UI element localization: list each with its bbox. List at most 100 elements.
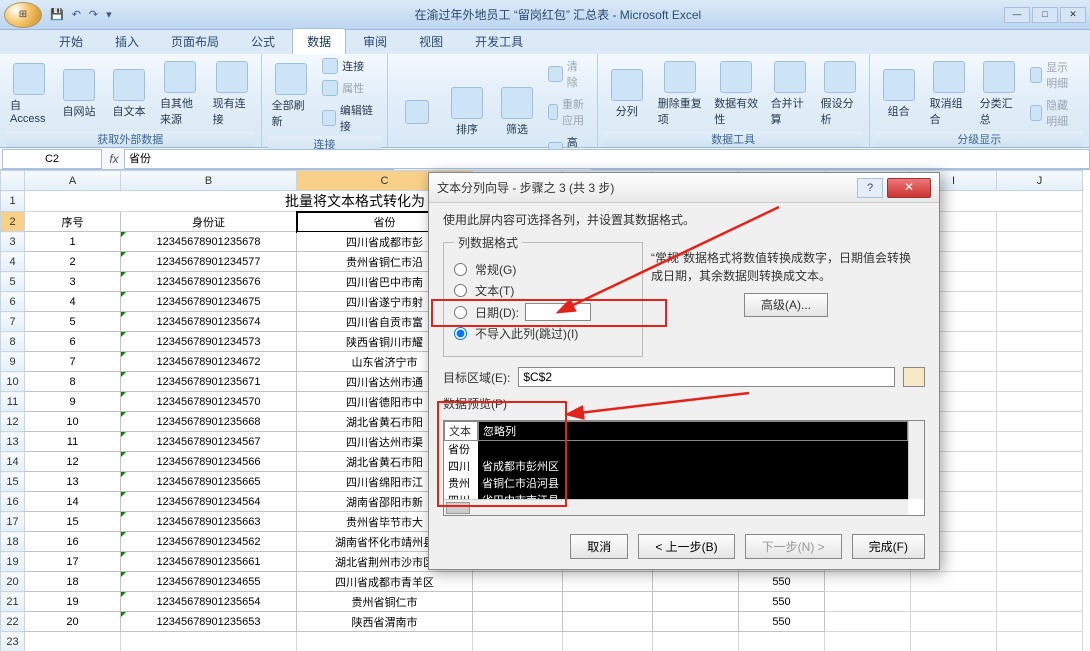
cell[interactable]: 20 — [25, 612, 121, 632]
cell[interactable] — [997, 632, 1083, 651]
dialog-close-button[interactable]: ✕ — [887, 178, 931, 198]
cell[interactable] — [825, 632, 911, 651]
redo-icon[interactable]: ↷ — [89, 8, 98, 21]
cell[interactable]: 5 — [25, 312, 121, 332]
cell[interactable] — [473, 632, 563, 651]
row-header[interactable]: 13 — [1, 432, 25, 452]
row-header[interactable]: 3 — [1, 232, 25, 252]
cell[interactable]: 12345678901235665 — [121, 472, 297, 492]
cell[interactable]: 12345678901234566 — [121, 452, 297, 472]
cell[interactable]: 12345678901234570 — [121, 392, 297, 412]
next-button[interactable]: 下一步(N) > — [745, 534, 842, 559]
cell[interactable]: 12 — [25, 452, 121, 472]
cell[interactable] — [653, 592, 739, 612]
cell[interactable] — [297, 632, 473, 651]
cell[interactable]: 15 — [25, 512, 121, 532]
cell[interactable] — [911, 632, 997, 651]
maximize-button[interactable]: □ — [1032, 7, 1058, 23]
undo-icon[interactable]: ↶ — [72, 8, 81, 21]
filter-button[interactable]: 筛选 — [494, 85, 540, 139]
cell[interactable]: 12345678901234564 — [121, 492, 297, 512]
tab-insert[interactable]: 插入 — [100, 28, 154, 54]
pv-hdr-col1[interactable]: 文本 — [444, 421, 478, 441]
tab-home[interactable]: 开始 — [44, 28, 98, 54]
cell[interactable]: 14 — [25, 492, 121, 512]
preview-scrollbar-h[interactable] — [444, 499, 908, 515]
cell[interactable]: 2 — [25, 252, 121, 272]
tab-formulas[interactable]: 公式 — [236, 28, 290, 54]
tab-review[interactable]: 审阅 — [348, 28, 402, 54]
row-header[interactable]: 15 — [1, 472, 25, 492]
row-header[interactable]: 8 — [1, 332, 25, 352]
cell[interactable] — [563, 592, 653, 612]
cell[interactable]: 12345678901235671 — [121, 372, 297, 392]
radio-general[interactable]: 常规(G) — [454, 261, 632, 278]
close-button[interactable]: ✕ — [1060, 7, 1086, 23]
row-header[interactable]: 18 — [1, 532, 25, 552]
cell[interactable]: 6 — [25, 332, 121, 352]
sort-asc-button[interactable] — [394, 98, 440, 126]
cell[interactable]: 11 — [25, 432, 121, 452]
cell[interactable]: 贵州省铜仁市 — [297, 592, 473, 612]
data-preview[interactable]: 文本 忽略列 省份四川省成都市彭州区贵州省铜仁市沿河县四川省巴中市南江县 — [443, 420, 925, 516]
row-header[interactable]: 16 — [1, 492, 25, 512]
text-to-columns-button[interactable]: 分列 — [604, 67, 650, 121]
cell[interactable]: 12345678901235661 — [121, 552, 297, 572]
cell[interactable]: 3 — [25, 272, 121, 292]
cell[interactable] — [825, 592, 911, 612]
pv-hdr-col2[interactable]: 忽略列 — [478, 421, 908, 441]
finish-button[interactable]: 完成(F) — [852, 534, 925, 559]
col-header[interactable]: J — [997, 171, 1083, 191]
cell[interactable] — [653, 612, 739, 632]
range-picker-icon[interactable] — [903, 367, 925, 387]
row-header[interactable]: 12 — [1, 412, 25, 432]
dest-input[interactable] — [518, 367, 895, 387]
cell[interactable]: 18 — [25, 572, 121, 592]
cell[interactable]: 4 — [25, 292, 121, 312]
cell[interactable]: 7 — [25, 352, 121, 372]
row-header[interactable]: 5 — [1, 272, 25, 292]
cell[interactable] — [653, 632, 739, 651]
cell[interactable] — [825, 572, 911, 592]
row-header[interactable]: 10 — [1, 372, 25, 392]
row-header[interactable]: 19 — [1, 552, 25, 572]
whatif-button[interactable]: 假设分析 — [817, 59, 863, 129]
cell[interactable]: 陕西省渭南市 — [297, 612, 473, 632]
col-header[interactable]: A — [25, 171, 121, 191]
cell[interactable] — [653, 572, 739, 592]
refresh-all-button[interactable]: 全部刷新 — [268, 61, 314, 131]
col-header[interactable]: B — [121, 171, 297, 191]
cancel-button[interactable]: 取消 — [570, 534, 628, 559]
tab-developer[interactable]: 开发工具 — [460, 28, 538, 54]
cell[interactable]: 四川省成都市青羊区 — [297, 572, 473, 592]
row-header[interactable]: 22 — [1, 612, 25, 632]
from-text-button[interactable]: 自文本 — [106, 67, 152, 121]
row-header[interactable]: 6 — [1, 292, 25, 312]
row-header[interactable]: 7 — [1, 312, 25, 332]
name-box[interactable]: C2 — [2, 149, 102, 169]
group-button[interactable]: 组合 — [876, 67, 922, 121]
row-header[interactable]: 17 — [1, 512, 25, 532]
cell[interactable]: 17 — [25, 552, 121, 572]
tab-pagelayout[interactable]: 页面布局 — [156, 28, 234, 54]
cell[interactable]: 16 — [25, 532, 121, 552]
cell[interactable]: 12345678901235663 — [121, 512, 297, 532]
remove-dup-button[interactable]: 删除重复项 — [654, 59, 706, 129]
dialog-help-button[interactable]: ? — [857, 178, 883, 198]
cell[interactable] — [563, 612, 653, 632]
row-header[interactable]: 11 — [1, 392, 25, 412]
prev-button[interactable]: < 上一步(B) — [638, 534, 734, 559]
subtotal-button[interactable]: 分类汇总 — [976, 59, 1022, 129]
cell[interactable] — [825, 612, 911, 632]
cell[interactable]: 8 — [25, 372, 121, 392]
cell[interactable]: 12345678901234675 — [121, 292, 297, 312]
row-header[interactable]: 20 — [1, 572, 25, 592]
from-other-button[interactable]: 自其他来源 — [156, 59, 205, 129]
preview-scrollbar-v[interactable] — [908, 421, 924, 499]
cell[interactable] — [25, 632, 121, 651]
cell[interactable]: 12345678901235668 — [121, 412, 297, 432]
cell[interactable]: 12345678901234562 — [121, 532, 297, 552]
cell[interactable] — [563, 572, 653, 592]
sort-button[interactable]: 排序 — [444, 85, 490, 139]
tab-data[interactable]: 数据 — [292, 28, 346, 54]
